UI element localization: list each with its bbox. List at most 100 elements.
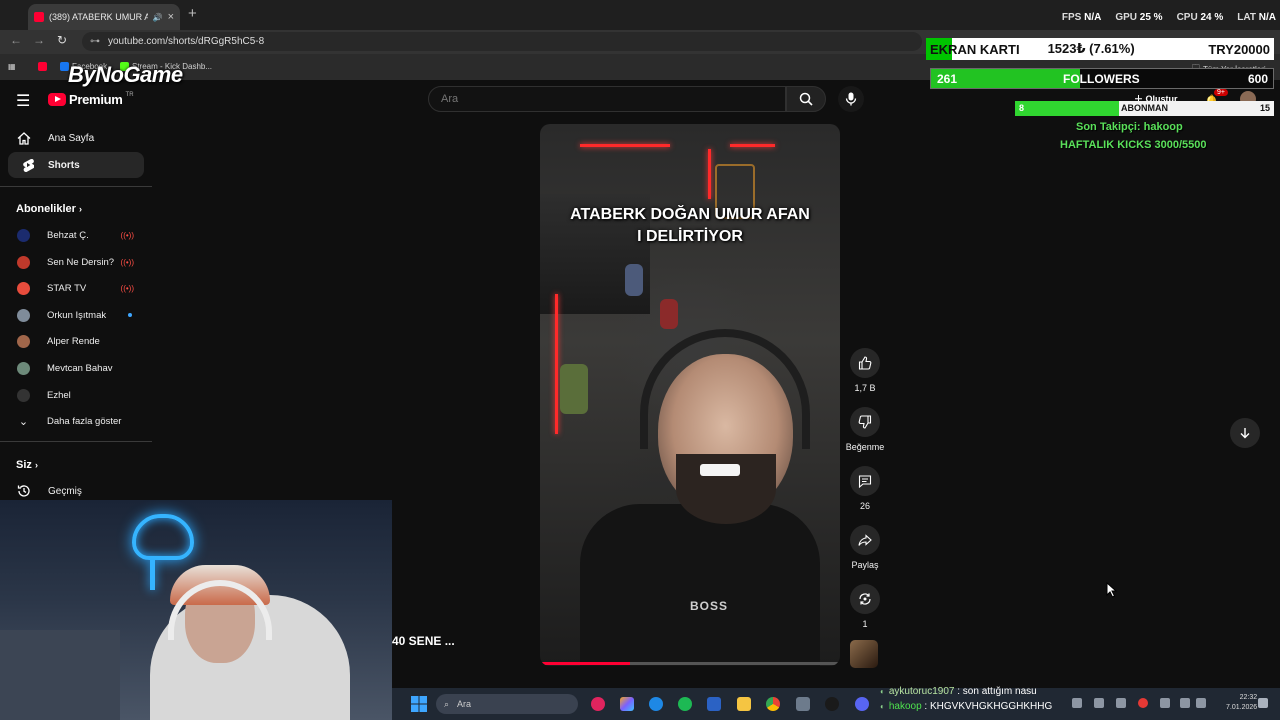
share-action[interactable]: Paylaş (848, 525, 882, 570)
browser-tab[interactable]: (389) ATABERK UMUR AFAN 🔊 × (28, 4, 180, 30)
search-button[interactable] (786, 86, 826, 112)
tray-icon[interactable] (1094, 698, 1104, 708)
video-neon-light (708, 149, 711, 199)
edge-icon[interactable] (649, 697, 663, 711)
share-label: Paylaş (851, 560, 879, 570)
discord-icon[interactable] (855, 697, 869, 711)
video-progress-bar[interactable] (540, 662, 840, 665)
short-video-player[interactable]: BOSS ATABERK DOĞAN UMUR AFAN I DELİRTİYO… (540, 124, 840, 666)
network-icon[interactable] (1180, 698, 1190, 708)
chat-message: ◐ hakoop : KHGVKVHGKHGGHKHHG (880, 699, 1052, 714)
speaker-icon[interactable]: 🔊 (153, 13, 163, 22)
like-action[interactable]: 1,7 B (848, 348, 882, 393)
video-progress-fill (540, 662, 630, 665)
youtube-logo[interactable]: Premium TR (48, 92, 134, 107)
bookmark-youtube[interactable] (38, 62, 47, 71)
copilot-icon[interactable] (620, 697, 634, 711)
tab-title: (389) ATABERK UMUR AFAN (49, 12, 148, 22)
sidebar-item-shorts[interactable]: Shorts (8, 152, 144, 178)
followers-target: 600 (1247, 72, 1268, 86)
subscription-item[interactable]: Orkun Işıtmak (0, 302, 152, 328)
gpu-goal-label: EKRAN KARTI (930, 41, 1020, 57)
channel-name: Alper Rende (47, 335, 100, 347)
shorts-icon (8, 158, 48, 172)
apps-grid-icon[interactable]: ▦ (8, 62, 16, 71)
channel-avatar (17, 255, 30, 269)
like-button[interactable] (850, 348, 880, 378)
hamburger-menu-icon[interactable]: ☰ (16, 91, 30, 111)
webcam-neon-lamp (132, 514, 194, 560)
voice-search-button[interactable] (838, 86, 864, 112)
clock-date: 7.01.2026 (1226, 704, 1258, 711)
site-info-icon[interactable]: ⊶ (90, 36, 100, 47)
remix-action[interactable]: 1 (848, 584, 882, 629)
settings-gear-icon[interactable] (796, 697, 810, 711)
obs-icon[interactable] (825, 697, 839, 711)
taskbar-clock[interactable]: 22:32 7.01.2026 (1226, 693, 1257, 713)
dislike-action[interactable]: Beğenme (846, 407, 884, 452)
show-more-button[interactable]: ⌄ Daha fazla göster (0, 408, 152, 434)
microphone-icon[interactable] (1160, 698, 1170, 708)
comments-button[interactable] (850, 466, 880, 496)
subscription-item[interactable]: Ezhel (0, 382, 152, 408)
search-input[interactable] (428, 86, 786, 112)
sidebar-divider (0, 186, 152, 187)
subscription-item[interactable]: Sen Ne Dersin? ((•)) (0, 249, 152, 275)
taskbar-search[interactable]: ⌕ Ara (436, 694, 578, 714)
followers-goal: 261 FOLLOWERS 600 (930, 68, 1274, 89)
subscription-item[interactable]: STAR TV ((•)) (0, 275, 152, 301)
dislike-button[interactable] (850, 407, 880, 437)
address-bar[interactable]: ⊶ youtube.com/shorts/dRGgR5hC5-8 (82, 32, 922, 51)
file-explorer-icon[interactable] (737, 697, 751, 711)
notification-center-icon[interactable] (1258, 698, 1268, 708)
new-content-dot (128, 313, 132, 317)
chat-text: KHGVKVHGKHGGHKHHG (930, 701, 1053, 712)
subscriptions-heading[interactable]: Abonelikler › (16, 203, 82, 215)
remix-button[interactable] (850, 584, 880, 614)
subscription-item[interactable]: Behzat Ç. ((•)) (0, 222, 152, 248)
chat-badge-icon: ◐ (880, 687, 885, 696)
channel-avatar (17, 228, 30, 242)
comment-count: 26 (859, 501, 870, 511)
gpu-value: 25 % (1139, 12, 1163, 23)
comments-action[interactable]: 26 (848, 466, 882, 511)
video-neon-light (580, 144, 670, 147)
store-icon[interactable] (707, 697, 721, 711)
chrome-icon[interactable] (766, 697, 780, 711)
new-tab-button[interactable]: + (188, 5, 197, 22)
search-icon (799, 92, 813, 106)
volume-icon[interactable] (1196, 698, 1206, 708)
next-short-button[interactable] (1230, 418, 1260, 448)
spotify-icon[interactable] (678, 697, 692, 711)
forward-icon[interactable]: → (33, 33, 45, 47)
fps-stat: FPS N/A (1062, 12, 1101, 23)
music-app-icon[interactable] (591, 697, 605, 711)
short-overlay-title: 40 SENE ... (392, 634, 455, 648)
channel-name: Sen Ne Dersin? (47, 256, 115, 268)
tray-icon[interactable] (1116, 698, 1126, 708)
reload-icon[interactable]: ↻ (57, 33, 67, 47)
chevron-right-icon: › (34, 460, 38, 470)
windows-start-icon[interactable] (411, 696, 427, 712)
channel-avatar-button[interactable] (850, 640, 878, 668)
channel-avatar (17, 308, 30, 322)
youtube-logo-text: Premium (69, 92, 123, 107)
sidebar-item-home[interactable]: Ana Sayfa (0, 125, 152, 151)
channel-avatar (17, 334, 30, 348)
recording-icon[interactable] (1138, 698, 1148, 708)
subscriptions-goal: 8 ABONMAN 15 (1015, 101, 1274, 116)
followers-label: FOLLOWERS (1063, 72, 1140, 86)
followers-current: 261 (937, 72, 958, 86)
share-button[interactable] (850, 525, 880, 555)
close-tab-icon[interactable]: × (168, 11, 174, 23)
mouse-cursor-icon (1106, 582, 1118, 598)
back-icon[interactable]: ← (10, 33, 22, 47)
subscription-item[interactable]: Mevtcan Bahav (0, 355, 152, 381)
subscription-item[interactable]: Alper Rende (0, 328, 152, 354)
tray-icon[interactable] (1072, 698, 1082, 708)
caption-line-1: ATABERK DOĞAN UMUR AFAN (570, 206, 810, 223)
cpu-stat: CPU 24 % (1177, 12, 1224, 23)
you-heading[interactable]: Siz › (16, 459, 38, 471)
gpu-stat: GPU 25 % (1115, 12, 1162, 23)
cpu-label: CPU (1176, 12, 1198, 23)
